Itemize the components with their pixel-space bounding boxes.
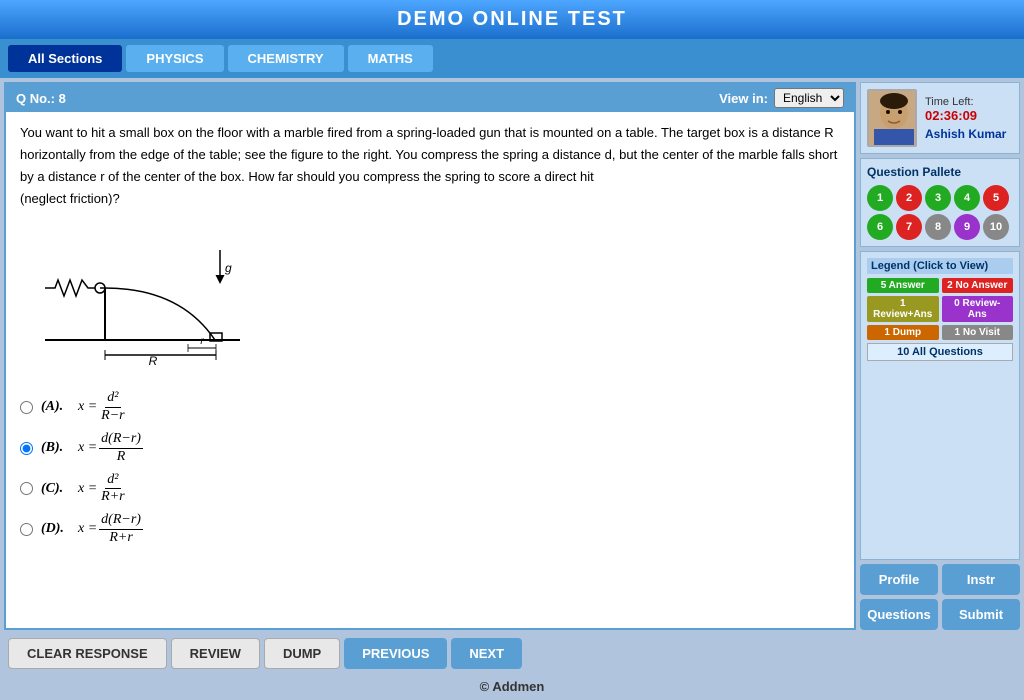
palette-num-2[interactable]: 2 — [896, 185, 922, 211]
palette-num-5[interactable]: 5 — [983, 185, 1009, 211]
physics-diagram: g R r — [40, 220, 260, 380]
previous-button[interactable]: PREVIOUS — [344, 638, 447, 669]
dump-button[interactable]: DUMP — [264, 638, 340, 669]
right-action-buttons: Profile Instr Questions Submit — [860, 564, 1020, 630]
tab-physics[interactable]: PHYSICS — [126, 45, 223, 72]
question-palette: Question Pallete 1 2 3 4 5 6 7 8 9 10 — [860, 158, 1020, 247]
user-card: Time Left: 02:36:09 Ashish Kumar — [860, 82, 1020, 154]
legend-answer: 5 Answer — [867, 278, 939, 293]
palette-num-8[interactable]: 8 — [925, 214, 951, 240]
option-a-formula: x = — [71, 396, 97, 418]
submit-button[interactable]: Submit — [942, 599, 1020, 630]
page-title: DEMO ONLINE TEST — [0, 0, 1024, 39]
legend-review-no-ans: 0 Review-Ans — [942, 296, 1014, 322]
legend-row-1: 5 Answer 2 No Answer — [867, 278, 1013, 293]
question-content: You want to hit a small box on the floor… — [6, 112, 854, 628]
review-button[interactable]: REVIEW — [171, 638, 260, 669]
next-button[interactable]: NEXT — [451, 638, 522, 669]
palette-num-6[interactable]: 6 — [867, 214, 893, 240]
option-c: (C). x = d² R+r — [20, 472, 840, 507]
view-in-label: View in: — [719, 91, 768, 106]
svg-text:R: R — [149, 354, 158, 368]
palette-title: Question Pallete — [867, 165, 1013, 179]
legend-review-ans: 1 Review+Ans — [867, 296, 939, 322]
tab-all-sections[interactable]: All Sections — [8, 45, 122, 72]
bottom-bar: CLEAR RESPONSE REVIEW DUMP PREVIOUS NEXT — [0, 634, 1024, 673]
option-b-label: (B). — [41, 437, 71, 459]
svg-text:r: r — [200, 336, 204, 347]
legend-all: 10 All Questions — [867, 343, 1013, 361]
legend-section: Legend (Click to View) 5 Answer 2 No Ans… — [860, 251, 1020, 560]
right-btn-row-2: Questions Submit — [860, 599, 1020, 630]
palette-num-10[interactable]: 10 — [983, 214, 1009, 240]
footer: © Addmen — [0, 673, 1024, 700]
clear-response-button[interactable]: CLEAR RESPONSE — [8, 638, 167, 669]
questions-button[interactable]: Questions — [860, 599, 938, 630]
option-b: (B). x = d(R−r) R — [20, 431, 840, 466]
option-d-formula: x = — [71, 518, 97, 540]
palette-grid: 1 2 3 4 5 6 7 8 9 10 — [867, 185, 1013, 240]
question-number: Q No.: 8 — [16, 91, 66, 106]
option-b-fraction: d(R−r) R — [99, 431, 143, 466]
legend-no-visit: 1 No Visit — [942, 325, 1014, 340]
palette-num-4[interactable]: 4 — [954, 185, 980, 211]
profile-button[interactable]: Profile — [860, 564, 938, 595]
legend-row-2: 1 Review+Ans 0 Review-Ans — [867, 296, 1013, 322]
option-b-formula: x = — [71, 437, 97, 459]
option-d-radio[interactable] — [20, 523, 33, 536]
legend-dump: 1 Dump — [867, 325, 939, 340]
main-area: Q No.: 8 View in: English Hindi You want… — [0, 78, 1024, 634]
time-label: Time Left: — [925, 96, 1006, 108]
question-area: Q No.: 8 View in: English Hindi You want… — [4, 82, 856, 630]
tab-chemistry[interactable]: CHEMISTRY — [228, 45, 344, 72]
right-btn-row-1: Profile Instr — [860, 564, 1020, 595]
palette-num-9[interactable]: 9 — [954, 214, 980, 240]
palette-num-7[interactable]: 7 — [896, 214, 922, 240]
tab-bar: All Sections PHYSICS CHEMISTRY MATHS — [0, 39, 1024, 78]
option-a-radio[interactable] — [20, 401, 33, 414]
legend-no-answer: 2 No Answer — [942, 278, 1014, 293]
question-number-bar: Q No.: 8 View in: English Hindi — [6, 84, 854, 112]
view-in-selector: View in: English Hindi — [719, 88, 844, 108]
option-a-fraction: d² R−r — [99, 390, 126, 425]
palette-num-3[interactable]: 3 — [925, 185, 951, 211]
option-b-radio[interactable] — [20, 442, 33, 455]
option-d: (D). x = d(R−r) R+r — [20, 512, 840, 547]
option-c-fraction: d² R+r — [99, 472, 126, 507]
user-name: Ashish Kumar — [925, 127, 1006, 141]
legend-title[interactable]: Legend (Click to View) — [867, 258, 1013, 274]
legend-row-3: 1 Dump 1 No Visit — [867, 325, 1013, 340]
svg-text:g: g — [225, 261, 232, 275]
palette-num-1[interactable]: 1 — [867, 185, 893, 211]
option-a: (A). x = d² R−r — [20, 390, 840, 425]
header-title: DEMO ONLINE TEST — [397, 8, 627, 30]
instr-button[interactable]: Instr — [942, 564, 1020, 595]
option-c-formula: x = — [71, 478, 97, 500]
question-text: You want to hit a small box on the floor… — [20, 122, 840, 210]
right-panel: Time Left: 02:36:09 Ashish Kumar Questio… — [860, 82, 1020, 630]
user-info: Time Left: 02:36:09 Ashish Kumar — [925, 96, 1006, 141]
time-value: 02:36:09 — [925, 108, 1006, 123]
tab-maths[interactable]: MATHS — [348, 45, 433, 72]
option-c-label: (C). — [41, 478, 71, 500]
language-select[interactable]: English Hindi — [774, 88, 844, 108]
footer-text: © Addmen — [480, 679, 545, 694]
avatar — [867, 89, 917, 147]
option-c-radio[interactable] — [20, 482, 33, 495]
option-d-label: (D). — [41, 518, 71, 540]
option-d-fraction: d(R−r) R+r — [99, 512, 143, 547]
option-a-label: (A). — [41, 396, 71, 418]
